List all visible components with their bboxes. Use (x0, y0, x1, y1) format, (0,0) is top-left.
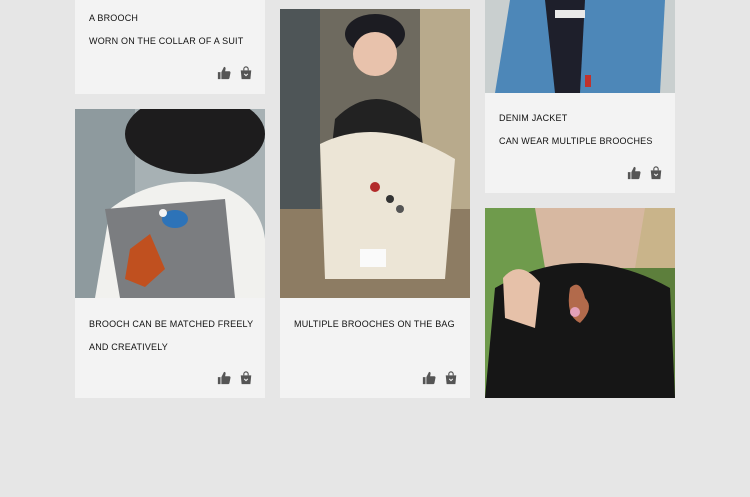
card-actions (217, 371, 253, 385)
shopping-bag-icon[interactable] (444, 371, 458, 385)
bag-brooches-photo (280, 9, 470, 298)
card-bag-brooches: MULTIPLE BROOCHES ON THE BAG (280, 9, 470, 398)
card-caption: A BROOCH WORN ON THE COLLAR OF A SUIT (89, 7, 243, 53)
card-bird-brooch: BROOCH CAN BE MATCHED FREELY AND CREATIV… (75, 109, 265, 398)
card-caption: DENIM JACKET CAN WEAR MULTIPLE BROOCHES (499, 107, 653, 153)
caption-line-1: A BROOCH (89, 13, 139, 23)
shopping-bag-icon[interactable] (239, 66, 253, 80)
caption-line-1: DENIM JACKET (499, 113, 568, 123)
thumbs-up-icon[interactable] (627, 166, 641, 180)
thumbs-up-icon[interactable] (217, 66, 231, 80)
card-caption: MULTIPLE BROOCHES ON THE BAG (294, 313, 455, 336)
shopping-bag-icon[interactable] (649, 166, 663, 180)
card-actions (422, 371, 458, 385)
card-black-top-brooch (485, 208, 675, 398)
thumbs-up-icon[interactable] (422, 371, 436, 385)
black-top-brooch-photo (485, 208, 675, 398)
card-actions (627, 166, 663, 180)
card-denim-jacket: DENIM JACKET CAN WEAR MULTIPLE BROOCHES (485, 0, 675, 193)
caption-line-1: BROOCH CAN BE MATCHED FREELY (89, 319, 254, 329)
caption-line-2: WORN ON THE COLLAR OF A SUIT (89, 36, 244, 46)
thumbs-up-icon[interactable] (217, 371, 231, 385)
denim-jacket-photo (485, 0, 675, 93)
bird-brooch-photo (75, 109, 265, 298)
caption-line-2: CAN WEAR MULTIPLE BROOCHES (499, 136, 653, 146)
caption-line-2: AND CREATIVELY (89, 342, 168, 352)
shopping-bag-icon[interactable] (239, 371, 253, 385)
card-caption: BROOCH CAN BE MATCHED FREELY AND CREATIV… (89, 313, 253, 359)
caption-line-1: MULTIPLE BROOCHES ON THE BAG (294, 319, 455, 329)
card-actions (217, 66, 253, 80)
card-suit-collar: A BROOCH WORN ON THE COLLAR OF A SUIT (75, 0, 265, 94)
